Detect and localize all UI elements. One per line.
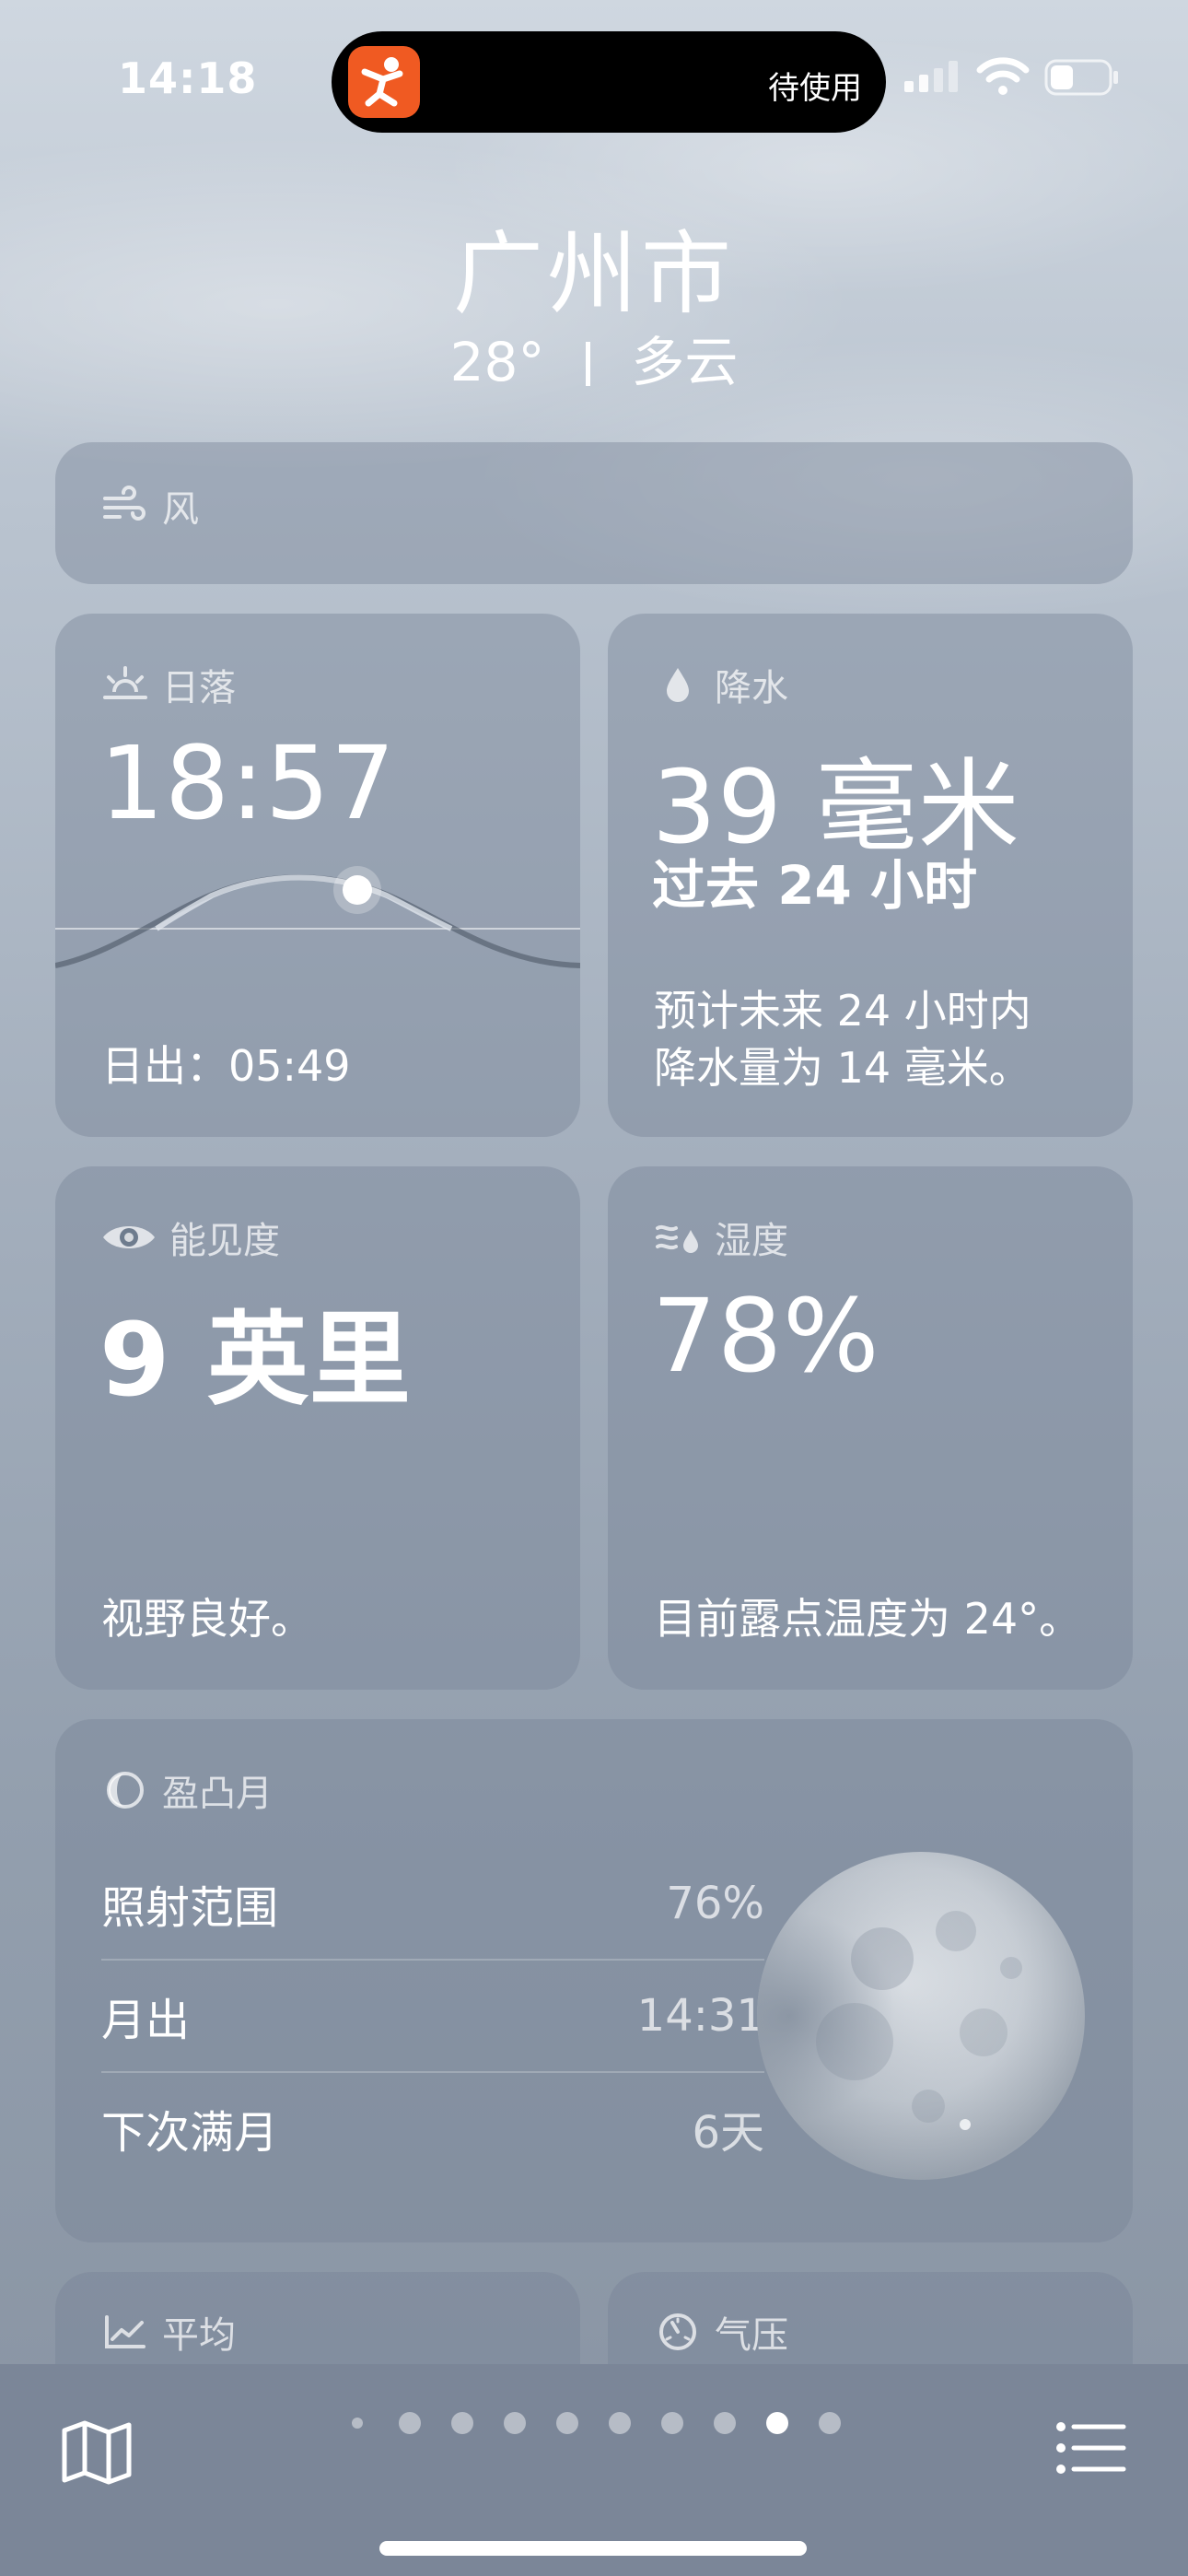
sunset-card[interactable]: 日落 18:57 日出：05:49 [55,614,580,1137]
moon-image [757,1852,1085,2180]
visibility-description: 视野良好。 [101,1594,313,1644]
moon-card[interactable]: 盈凸月 照射范围 76% 月出 14:31 下次满月 6天 [55,1719,1133,2242]
island-status-text: 待使用 [768,70,862,107]
raindrop-icon [667,668,689,702]
humidity-card[interactable]: 湿度 78% 目前露点温度为 24°。 [608,1166,1133,1690]
divider [585,342,590,386]
visibility-card-title: 能见度 [101,1211,280,1264]
precipitation-card[interactable]: 降水 39 毫米 过去 24 小时 预计未来 24 小时内 降水量为 14 毫米… [608,614,1133,1137]
signal-icon [904,61,958,92]
page-dot[interactable] [504,2412,526,2434]
sunset-title-label: 日落 [162,667,236,709]
city-name: 广州市 [452,222,735,327]
humidity-card-title: 湿度 [654,1211,788,1264]
page-dot[interactable] [451,2412,473,2434]
precipitation-period: 过去 24 小时 [652,854,978,917]
page-dot[interactable] [556,2412,578,2434]
gauge-icon [659,2313,696,2350]
current-temperature: 28° [449,331,545,393]
precipitation-forecast: 预计未来 24 小时内 降水量为 14 毫米。 [654,982,1031,1096]
wifi-icon [976,57,1030,95]
humidity-title-label: 湿度 [715,1220,788,1262]
visibility-card[interactable]: 能见度 9 英里 视野良好。 [55,1166,580,1690]
wind-title-label: 风 [162,488,199,531]
precipitation-title-label: 降水 [715,667,788,709]
sunset-icon [103,666,147,699]
sunrise-time: 05:49 [228,1041,351,1091]
page-dot[interactable] [661,2412,683,2434]
wind-card[interactable]: 风 [55,442,1133,584]
average-card[interactable]: 平均 [55,2272,580,2364]
moon-row-label: 照射范围 [101,1882,279,1934]
average-title-label: 平均 [162,2314,236,2357]
current-condition: 多云 [631,331,739,393]
moon-title-label: 盈凸月 [162,1773,273,1815]
humidity-icon [656,1224,698,1253]
moon-card-title: 盈凸月 [101,1763,273,1817]
page-dot[interactable] [819,2412,841,2434]
pressure-title-label: 气压 [715,2314,788,2357]
visibility-value: 9 英里 [99,1301,412,1419]
forecast-line-2: 降水量为 14 毫米。 [654,1043,1031,1093]
sunset-time: 18:57 [99,724,397,842]
battery-icon [1044,59,1118,96]
forecast-line-1: 预计未来 24 小时内 [654,986,1031,1036]
sunrise-text: 日出：05:49 [101,1037,351,1095]
page-dot[interactable] [714,2412,736,2434]
moon-phase-icon [107,1772,144,1809]
sun-path-graph [55,866,580,968]
app-icon[interactable] [348,46,420,118]
wind-card-title: 风 [101,479,199,533]
pressure-card[interactable]: 气压 [608,2272,1133,2364]
dew-point-description: 目前露点温度为 24°。 [654,1594,1082,1644]
moon-row-label: 下次满月 [101,2107,279,2159]
status-time: 14:18 [118,53,258,103]
moon-row-label: 月出 [101,1995,191,2046]
sunset-card-title: 日落 [101,658,236,711]
humidity-value: 78% [652,1277,880,1395]
moon-row-next-full-moon: 下次满月 6天 [101,2073,764,2184]
page-dot[interactable] [609,2412,631,2434]
sunrise-label: 日出： [101,1041,228,1091]
page-dot-current[interactable] [766,2412,788,2434]
wind-icon [103,486,146,521]
moon-row-value: 76% [666,1878,764,1929]
list-icon[interactable] [1055,2419,1127,2476]
moon-row-moonrise: 月出 14:31 [101,1961,764,2071]
dynamic-island[interactable]: 待使用 [332,31,886,133]
trend-icon [105,2315,146,2348]
eye-icon [103,1226,155,1248]
visibility-title-label: 能见度 [169,1220,280,1262]
page-dot[interactable] [352,2418,363,2429]
moon-row-value: 14:31 [636,1990,764,2042]
home-indicator [379,2541,807,2556]
precipitation-card-title: 降水 [654,658,788,711]
average-card-title: 平均 [101,2305,236,2359]
page-dot[interactable] [399,2412,421,2434]
moon-row-illumination: 照射范围 76% [101,1848,764,1959]
current-conditions: 28° 多云 [0,319,1188,396]
pressure-card-title: 气压 [654,2305,788,2359]
